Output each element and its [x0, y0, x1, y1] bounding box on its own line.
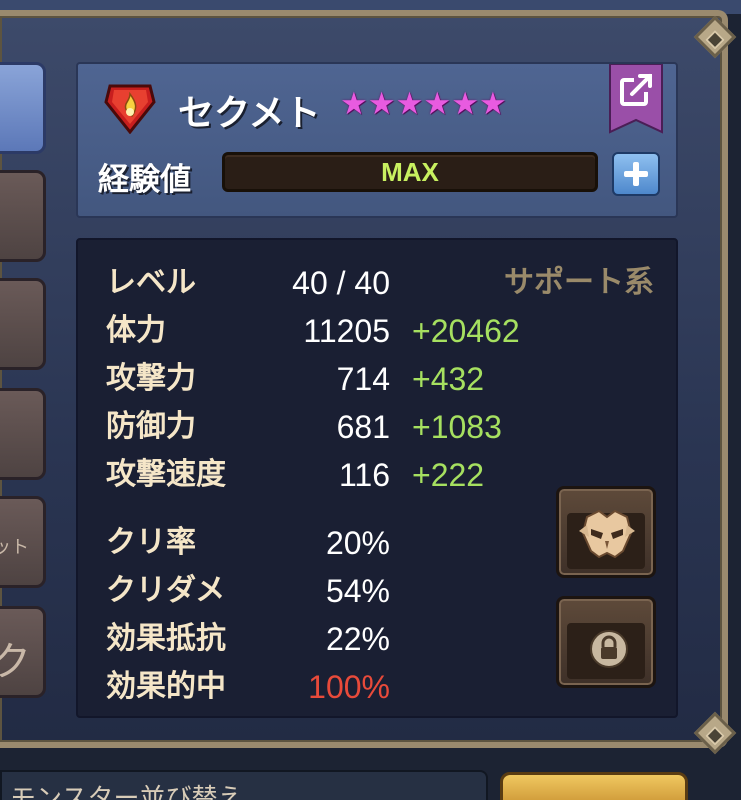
star-icon: ★ [367, 86, 396, 122]
stat-value: 714 [336, 361, 390, 397]
side-tab-1[interactable] [0, 62, 46, 154]
stat-value: 116 [338, 457, 390, 493]
stat-value: 11205 [303, 313, 390, 349]
exp-bar: MAX [222, 152, 598, 192]
stat-label: 防御力 [106, 409, 196, 444]
star-rating: ★ ★ ★ ★ ★ ★ [340, 84, 507, 124]
stat-label: クリダメ [106, 573, 226, 608]
stat-value: 100% [308, 669, 390, 705]
share-icon[interactable] [608, 64, 664, 134]
exp-value: MAX [381, 157, 439, 187]
side-tab-6[interactable]: ク [0, 606, 46, 698]
stat-bonus: +432 [412, 361, 485, 397]
stat-bonus: +222 [412, 457, 485, 493]
side-tab-label: ク [0, 639, 31, 685]
mask-icon [579, 509, 635, 559]
bottom-sort-label: モンスター並び替え [10, 784, 244, 800]
exp-label: 経験値 [98, 162, 191, 198]
bottom-action-button[interactable] [500, 772, 688, 800]
stat-row-atk: 攻撃力 714 +432 [78, 356, 676, 402]
stat-row-def: 防御力 681 +1083 [78, 404, 676, 450]
star-icon: ★ [478, 86, 507, 122]
stat-label: レベル [106, 265, 196, 300]
fire-element-icon [104, 84, 156, 134]
stat-label: 攻撃力 [106, 361, 196, 396]
stat-value: 54% [325, 573, 390, 609]
stat-value: 681 [336, 409, 390, 445]
side-tab-4[interactable] [0, 388, 46, 480]
monster-name: セクメト [178, 93, 321, 134]
stat-label: クリ率 [106, 525, 196, 560]
stats-panel: サポート系 レベル 40 / 40 体力 11205 +20462 攻撃力 71… [76, 238, 678, 718]
stat-value: 22% [325, 621, 390, 657]
bottom-sort-bar[interactable]: モンスター並び替え [0, 770, 488, 800]
stat-bonus: +20462 [412, 313, 520, 349]
lock-button[interactable] [556, 596, 656, 688]
star-icon: ★ [395, 86, 424, 122]
stat-label: 攻撃速度 [106, 457, 226, 492]
stat-label: 体力 [106, 313, 166, 348]
star-icon: ★ [340, 86, 368, 122]
side-tab-3[interactable] [0, 278, 46, 370]
stat-row-hp: 体力 11205 +20462 [78, 308, 676, 354]
stat-row-level: レベル 40 / 40 [78, 260, 676, 306]
stat-value: 40 / 40 [292, 265, 390, 301]
side-tab-label: ット [0, 537, 29, 558]
stat-label: 効果抵抗 [106, 621, 226, 656]
stat-label: 効果的中 [106, 669, 226, 704]
skill-mask-button[interactable] [556, 486, 656, 578]
side-tab-2[interactable] [0, 170, 46, 262]
lock-icon [590, 630, 628, 668]
stat-value: 20% [325, 525, 390, 561]
stat-bonus: +1083 [412, 409, 502, 445]
side-tab-5[interactable]: ット [0, 496, 46, 588]
add-exp-button[interactable] [612, 152, 660, 196]
star-icon: ★ [423, 86, 452, 122]
star-icon: ★ [451, 86, 479, 122]
monster-header: セクメト ★ ★ ★ ★ ★ ★ 経験値 MAX [76, 62, 678, 218]
